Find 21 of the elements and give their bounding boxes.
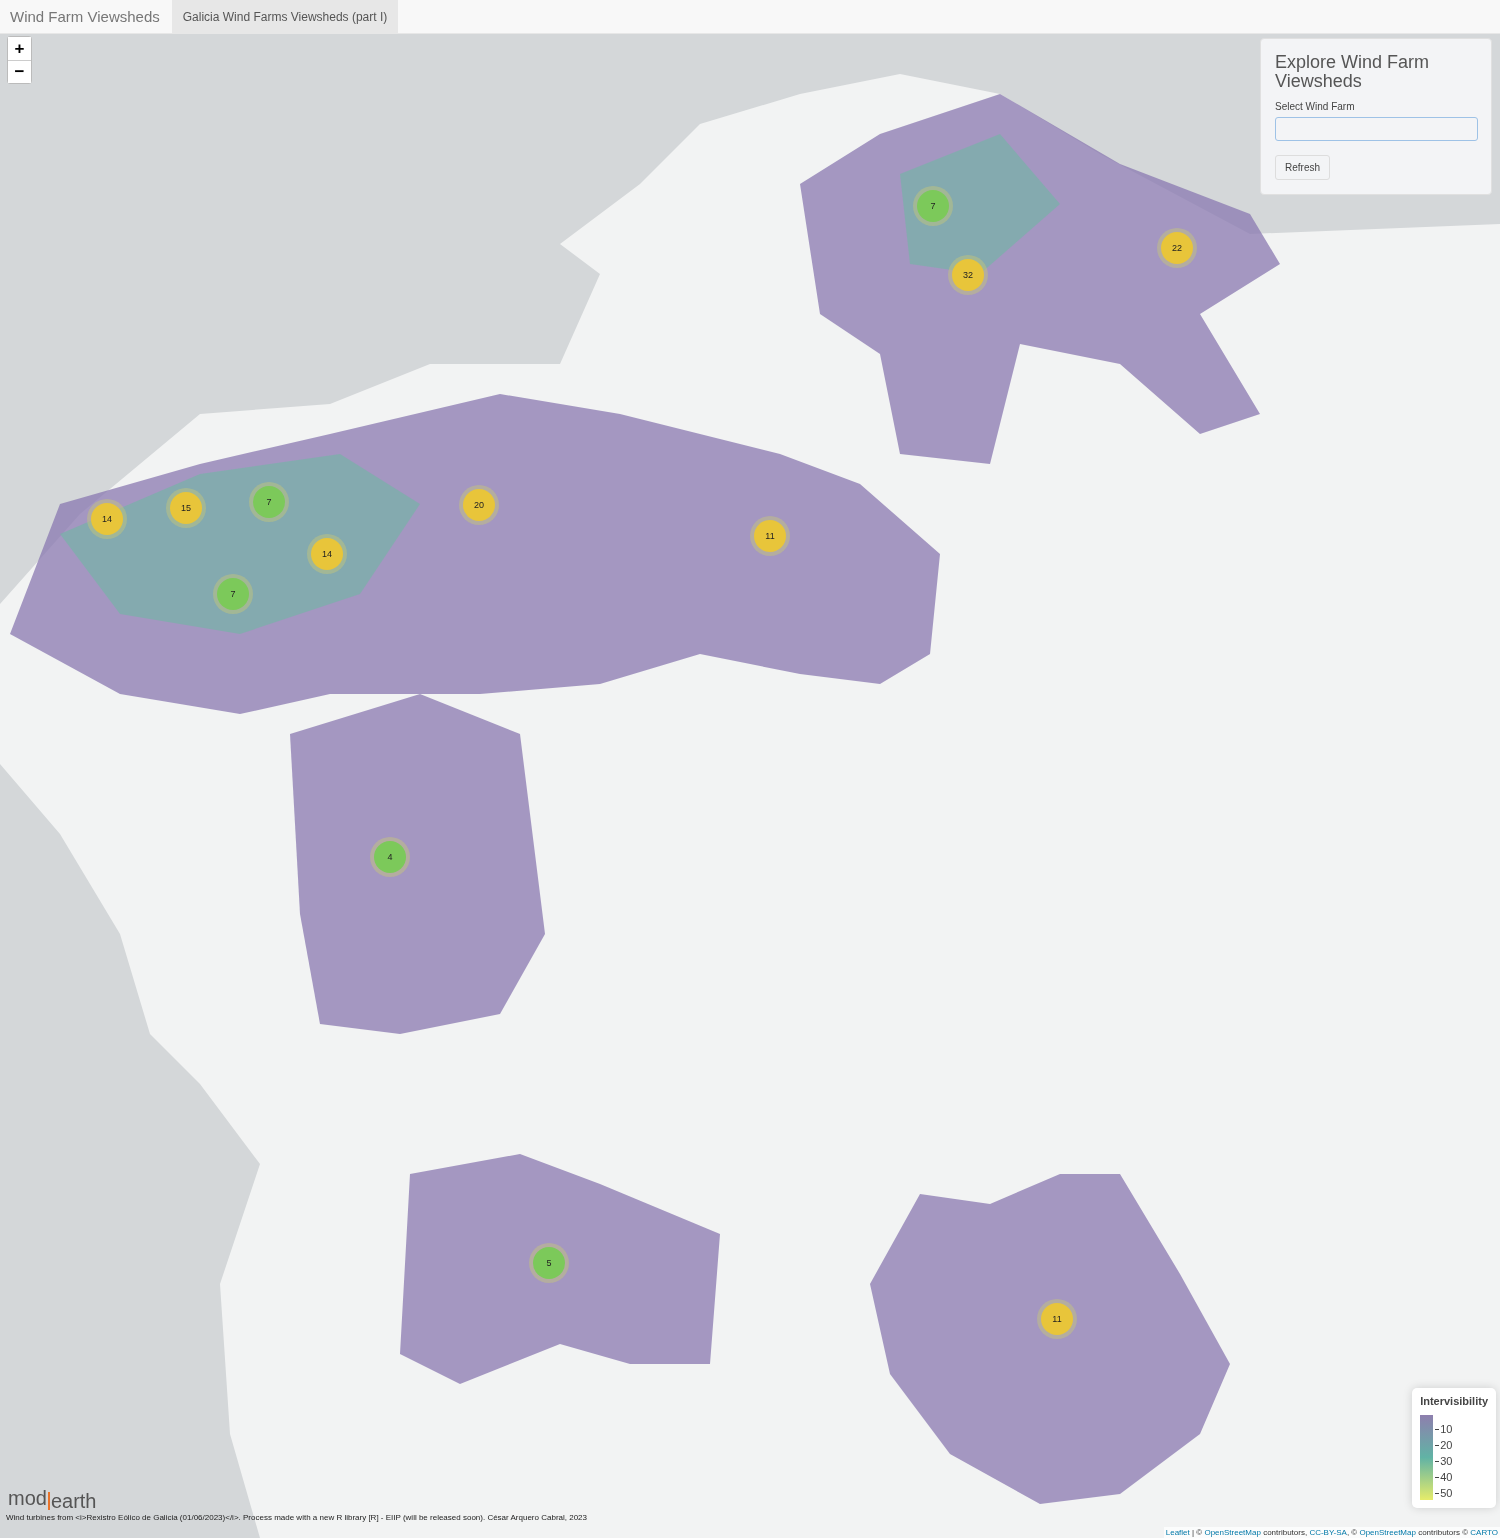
refresh-button[interactable]: Refresh <box>1275 155 1330 180</box>
attribution-link[interactable]: CC-BY-SA <box>1309 1528 1347 1537</box>
attribution-link[interactable]: OpenStreetMap <box>1204 1528 1261 1537</box>
wind-farm-input-field[interactable] <box>1275 117 1478 141</box>
legend-title: Intervisibility <box>1420 1395 1488 1407</box>
credits-text: Wind turbines from <i>Rexistro Eólico de Galicia (01/06/2023)</i>. Process made with a new R library [R] - EIIP (will be released soon). César Arquero Cabral, 2023 <box>6 1513 587 1522</box>
legend-tick-label: 10 <box>1440 1422 1453 1437</box>
attribution-link[interactable]: Leaflet <box>1165 1528 1190 1537</box>
legend-tick-label: 40 <box>1440 1470 1453 1485</box>
panel-title: Explore Wind Farm Viewsheds <box>1275 53 1431 91</box>
app-title: Wind Farm Viewsheds <box>9 7 161 27</box>
attribution-link[interactable]: CARTO <box>1470 1528 1498 1537</box>
legend-tick-label: 20 <box>1440 1438 1453 1453</box>
legend-tick-label: 30 <box>1440 1454 1453 1469</box>
nav-tab[interactable]: Galicia Wind Farms Viewsheds (part I) <box>171 0 399 33</box>
field-label: Select Wind Farm <box>1275 101 1355 112</box>
logo: mod earth <box>8 1487 97 1510</box>
attribution-link[interactable]: OpenStreetMap <box>1359 1528 1416 1537</box>
attribution-text: Leaflet | © OpenStreetMap contributors, CC-BY-SA, © OpenStreetMap contributors © CARTO <box>1163 1527 1500 1538</box>
legend-tick-label: 50 <box>1440 1486 1453 1501</box>
zoom-out-button[interactable]: − <box>8 60 31 83</box>
